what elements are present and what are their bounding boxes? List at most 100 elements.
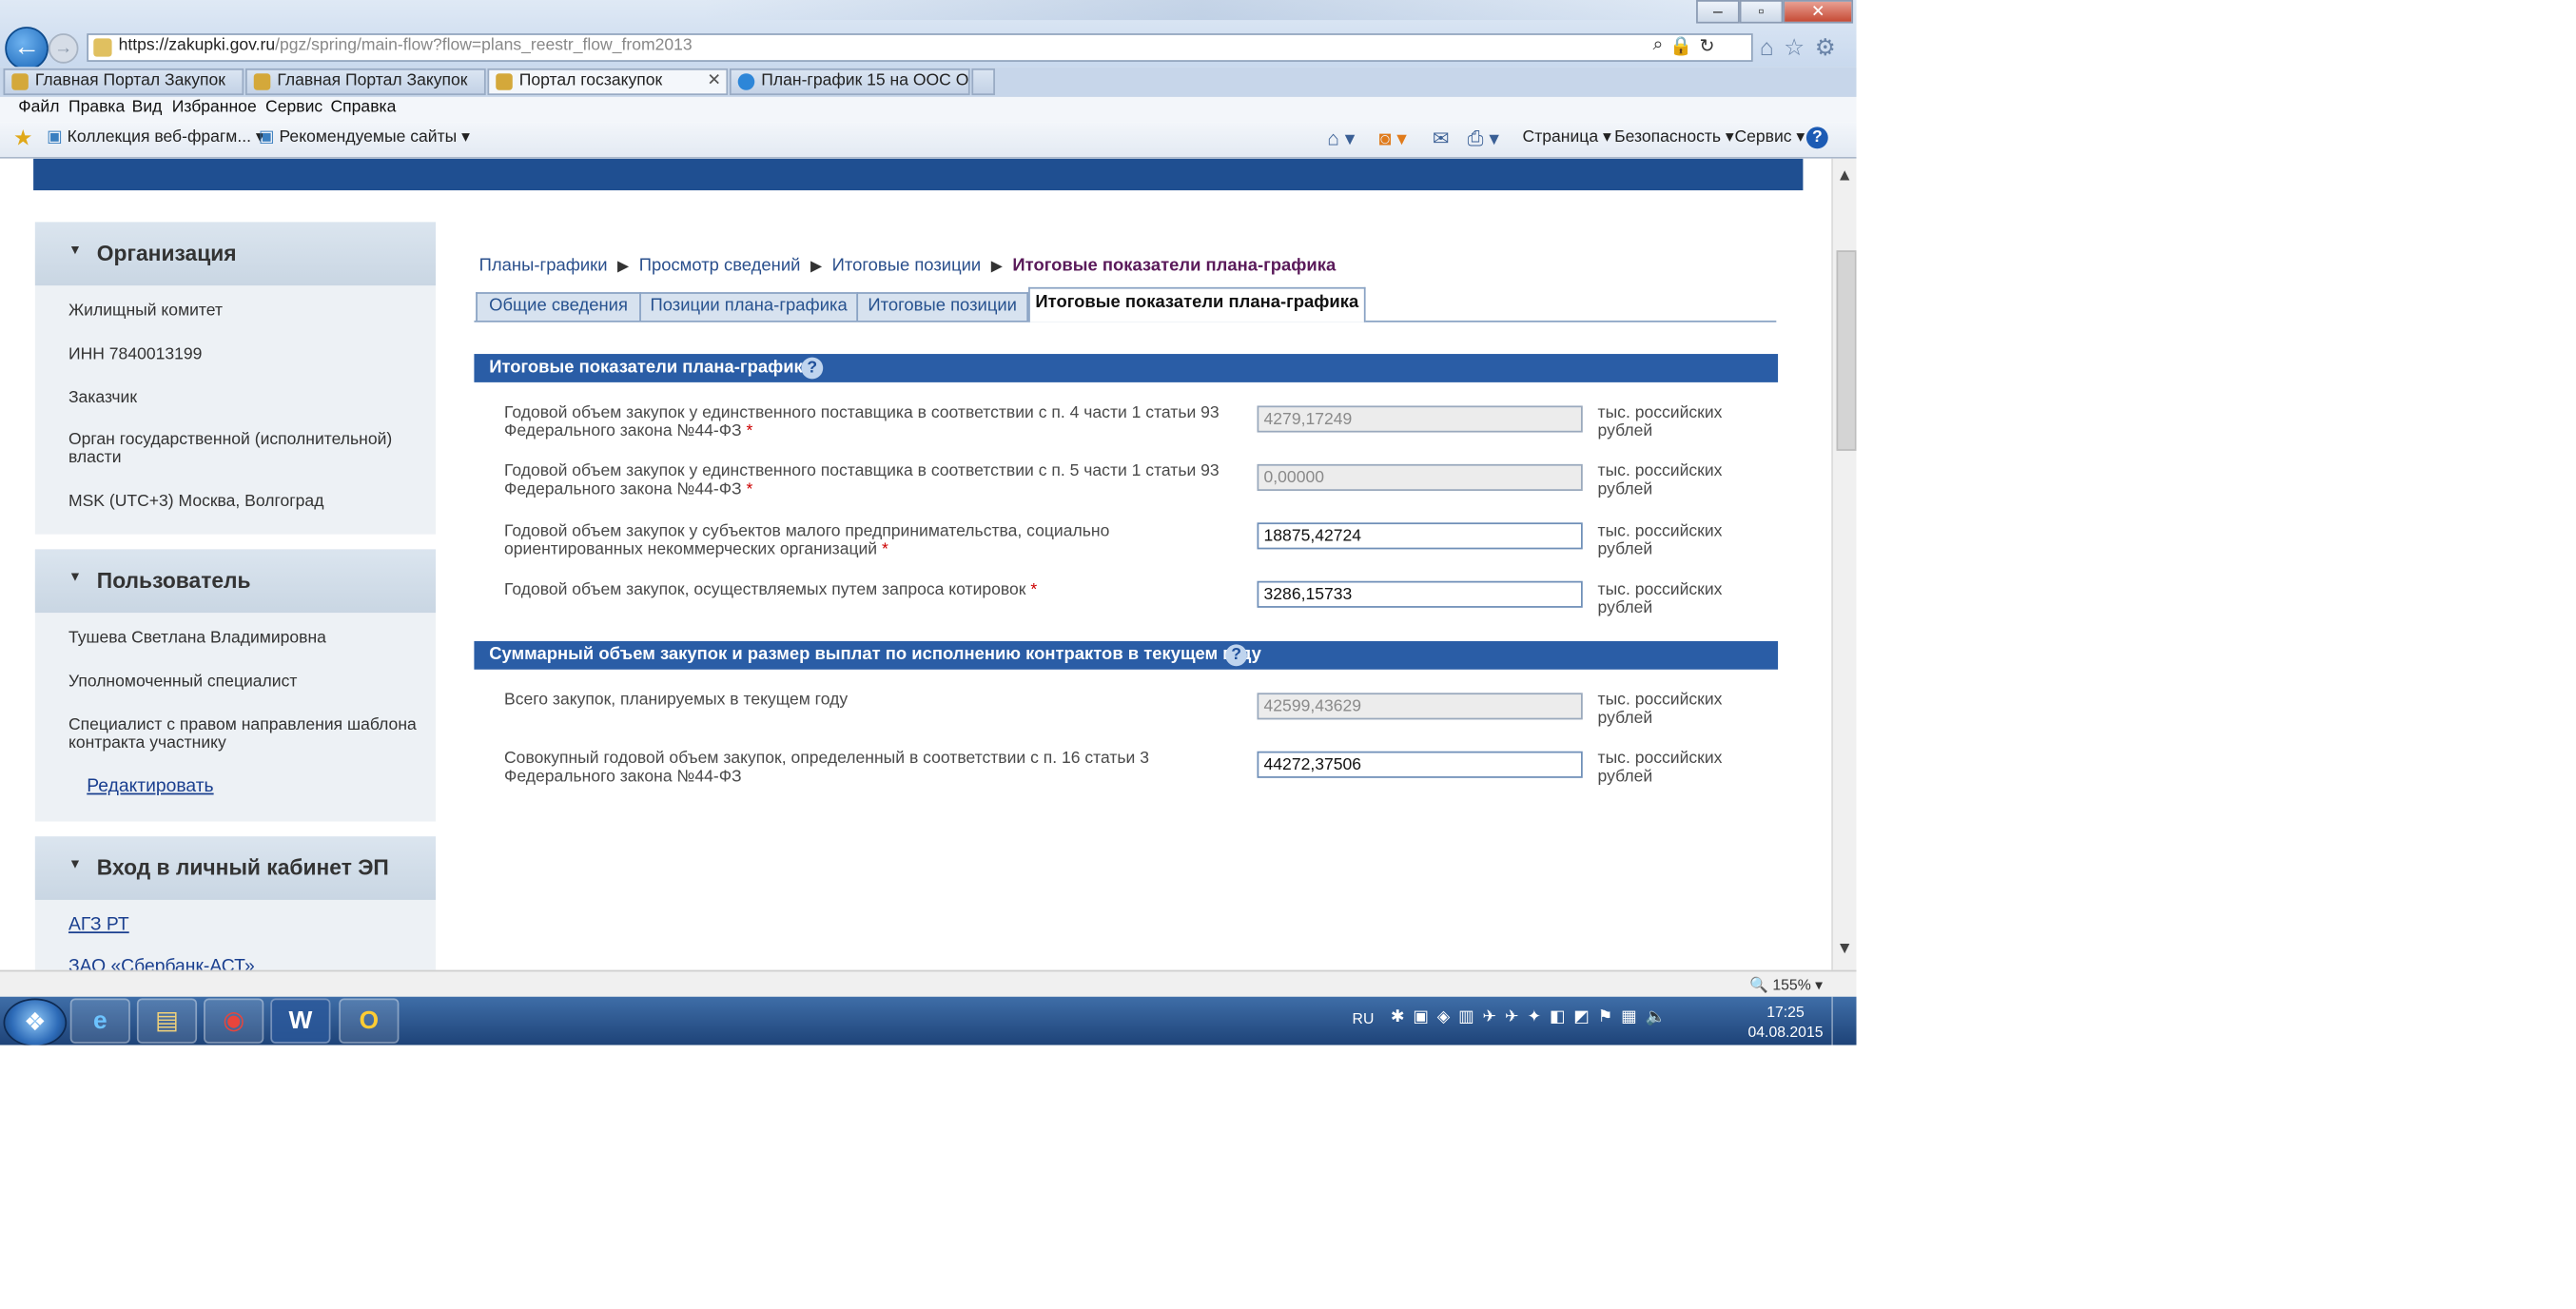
tab-total-indicators[interactable]: Итоговые показатели плана-графика	[1028, 286, 1366, 322]
page-scrollbar[interactable]: ▲ ▼	[1831, 158, 1857, 970]
menu-help[interactable]: Справка	[330, 99, 396, 117]
maximize-button[interactable]: ▫	[1739, 0, 1784, 24]
gear-icon[interactable]: ⚙	[1815, 33, 1836, 62]
suggested-sites[interactable]: ▣ Рекомендуемые сайты ▾	[259, 128, 470, 147]
scroll-down-icon[interactable]: ▼	[1837, 940, 1853, 958]
user-panel-header[interactable]: ▼ Пользователь	[34, 549, 437, 614]
mail-icon[interactable]: ✉	[1433, 127, 1450, 150]
tab-plan-positions[interactable]: Позиции плана-графика	[639, 292, 859, 321]
gallery-icon: ▣	[47, 128, 63, 147]
browser-tab-1[interactable]: Главная Портал Закупок	[3, 68, 244, 96]
browser-tab-4[interactable]: План-график 15 на ООС ОШ...	[729, 68, 970, 96]
tray-app-icon[interactable]: ▥	[1458, 1008, 1474, 1026]
status-bar: 🔍 155% ▾	[0, 969, 1857, 999]
unit-label: тыс. российских рублей	[1597, 580, 1723, 618]
ep-cabinet-panel-header[interactable]: ▼ Вход в личный кабинет ЭП	[34, 836, 437, 900]
url-host: https://zakupki.gov.ru	[118, 36, 276, 55]
quotations-input[interactable]	[1257, 580, 1583, 608]
suggested-sites-icon: ▣	[259, 128, 275, 147]
web-slice-gallery[interactable]: ▣ Коллекция веб-фрагм... ▾	[47, 128, 264, 147]
favorites-star-icon[interactable]: ★	[13, 126, 32, 152]
address-bar[interactable]: https://zakupki.gov.ru/pgz/spring/main-f…	[87, 33, 1753, 62]
new-tab-button[interactable]	[971, 68, 995, 96]
tray-app-icon[interactable]: ✦	[1527, 1008, 1541, 1026]
search-icon[interactable]: ⌕	[1652, 35, 1663, 57]
clock-time: 17:25	[1766, 1003, 1805, 1021]
menu-file[interactable]: Файл	[18, 99, 59, 117]
breadcrumb-plans[interactable]: Планы-графики	[479, 256, 608, 276]
breadcrumb-arrow-icon: ▶	[810, 257, 823, 274]
required-mark: *	[746, 480, 753, 499]
tray-app-icon[interactable]: ✈	[1505, 1008, 1519, 1026]
browser-tab-2[interactable]: Главная Портал Закупок	[244, 68, 486, 96]
safety-menu[interactable]: Безопасность ▾	[1614, 128, 1734, 147]
home-icon[interactable]: ⌂ ▾	[1327, 127, 1355, 150]
tray-app-icon[interactable]: ✈	[1482, 1008, 1496, 1026]
ep-link-sberbank-ast[interactable]: ЗАО «Сбербанк-АСТ»	[68, 957, 255, 970]
small-business-input[interactable]	[1257, 522, 1583, 550]
chrome-icon[interactable]: ◉	[204, 998, 264, 1044]
field-label-small-business: Годовой объем закупок у субъектов малого…	[504, 522, 1110, 559]
scrollbar-thumb[interactable]	[1836, 250, 1857, 451]
tab-general-info[interactable]: Общие сведения	[476, 292, 641, 321]
breadcrumb-totals[interactable]: Итоговые позиции	[832, 256, 982, 276]
outlook-icon[interactable]: O	[339, 998, 400, 1044]
tray-app-icon[interactable]: ◩	[1573, 1008, 1590, 1026]
close-tab-icon[interactable]: ✕	[707, 70, 721, 94]
field-label-total-planned: Всего закупок, планируемых в текущем год…	[504, 691, 849, 710]
menu-view[interactable]: Вид	[132, 99, 163, 117]
tray-app-icon[interactable]: ◧	[1550, 1008, 1566, 1026]
ie-icon[interactable]: e	[69, 998, 130, 1044]
tools-menu[interactable]: Сервис ▾	[1734, 128, 1805, 147]
favorites-star-icon[interactable]: ☆	[1784, 33, 1805, 62]
bluetooth-icon[interactable]: ✱	[1391, 1008, 1405, 1026]
start-button[interactable]: ❖	[3, 998, 68, 1045]
word-icon[interactable]: W	[270, 998, 331, 1044]
clock[interactable]: 17:25 04.08.2015	[1747, 1002, 1823, 1042]
refresh-icon[interactable]: ↻	[1699, 35, 1714, 57]
zoom-control[interactable]: 🔍 155% ▾	[1749, 977, 1823, 995]
total-planned-input[interactable]	[1257, 693, 1583, 720]
unit-label: тыс. российских рублей	[1597, 691, 1723, 729]
edit-user-link[interactable]: Редактировать	[87, 776, 213, 796]
menu-edit[interactable]: Правка	[68, 99, 125, 117]
back-button[interactable]: ←	[5, 27, 49, 70]
help-icon[interactable]: ?	[1805, 127, 1828, 149]
explorer-icon[interactable]: ▤	[136, 998, 198, 1044]
user-permission: Специалист с правом направления шаблона …	[68, 715, 417, 753]
language-indicator[interactable]: RU	[1353, 1010, 1375, 1027]
print-icon[interactable]: ⎙ ▾	[1468, 127, 1499, 151]
tray-app-icon[interactable]: ⚑	[1598, 1008, 1613, 1026]
lock-icon[interactable]: 🔒	[1669, 35, 1692, 57]
ep-link-agz-rt[interactable]: АГЗ РТ	[68, 915, 129, 935]
chevron-down-icon: ▼	[68, 242, 82, 258]
show-desktop-button[interactable]	[1831, 996, 1856, 1045]
sole-supplier-p4-input[interactable]	[1257, 405, 1583, 433]
scroll-up-icon[interactable]: ▲	[1837, 167, 1853, 186]
menu-favorites[interactable]: Избранное	[172, 99, 257, 117]
tab-total-positions[interactable]: Итоговые позиции	[856, 292, 1029, 321]
minimize-button[interactable]: –	[1696, 0, 1740, 24]
rss-icon[interactable]: ◙ ▾	[1379, 127, 1407, 150]
tray-app-icon[interactable]: ◈	[1437, 1008, 1451, 1026]
help-icon[interactable]: ?	[1225, 644, 1247, 667]
forward-button[interactable]: →	[48, 33, 79, 64]
menu-tools[interactable]: Сервис	[265, 99, 322, 117]
breadcrumb: Планы-графики ▶ Просмотр сведений ▶ Итоговые…	[479, 256, 1337, 276]
browser-tab-3[interactable]: Портал госзакупок ✕	[487, 68, 729, 96]
aggregate-annual-input[interactable]	[1257, 751, 1583, 778]
home-icon[interactable]: ⌂	[1760, 33, 1774, 62]
volume-icon[interactable]: 🔈	[1646, 1008, 1667, 1026]
tray-app-icon[interactable]: ▣	[1413, 1008, 1429, 1026]
site-favicon-icon	[496, 73, 513, 90]
close-button[interactable]: ✕	[1783, 0, 1854, 24]
breadcrumb-arrow-icon: ▶	[617, 257, 630, 274]
page-menu[interactable]: Страница ▾	[1523, 128, 1611, 147]
breadcrumb-view[interactable]: Просмотр сведений	[639, 256, 801, 276]
sole-supplier-p5-input[interactable]	[1257, 463, 1583, 491]
network-icon[interactable]: ▦	[1621, 1008, 1637, 1026]
site-favicon-icon	[93, 38, 112, 57]
organization-panel-header[interactable]: ▼ Организация	[34, 222, 437, 286]
help-icon[interactable]: ?	[801, 357, 824, 380]
chevron-down-icon: ▼	[68, 569, 82, 585]
